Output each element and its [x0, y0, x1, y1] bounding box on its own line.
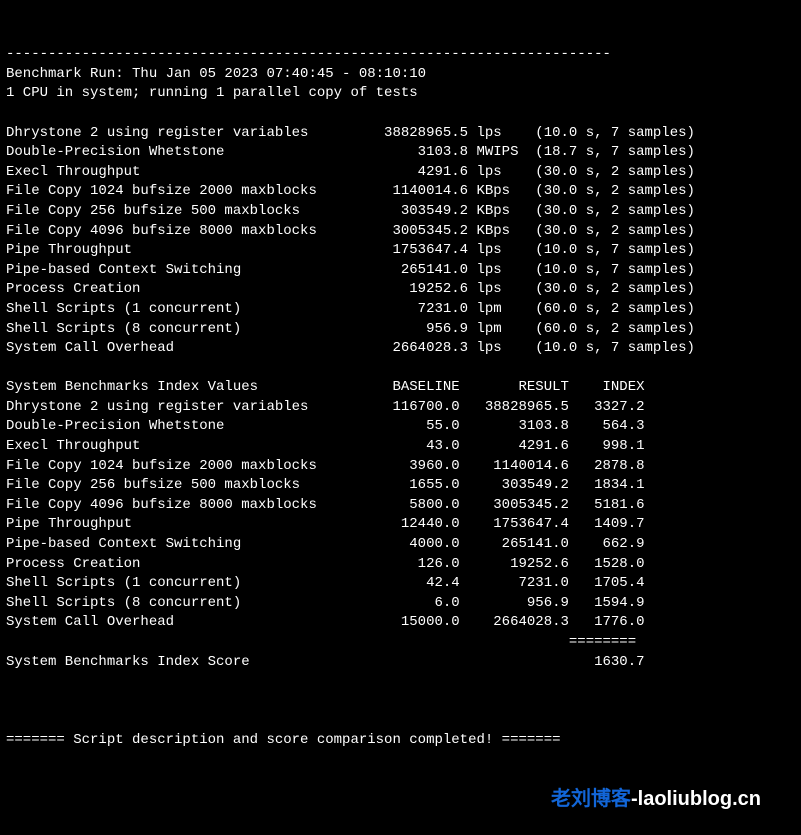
watermark-zh: 老刘博客 [551, 788, 631, 810]
watermark: 老刘博客-laoliublog.cn [551, 785, 761, 813]
terminal-output: ----------------------------------------… [6, 45, 795, 750]
watermark-en: -laoliublog.cn [631, 788, 761, 810]
